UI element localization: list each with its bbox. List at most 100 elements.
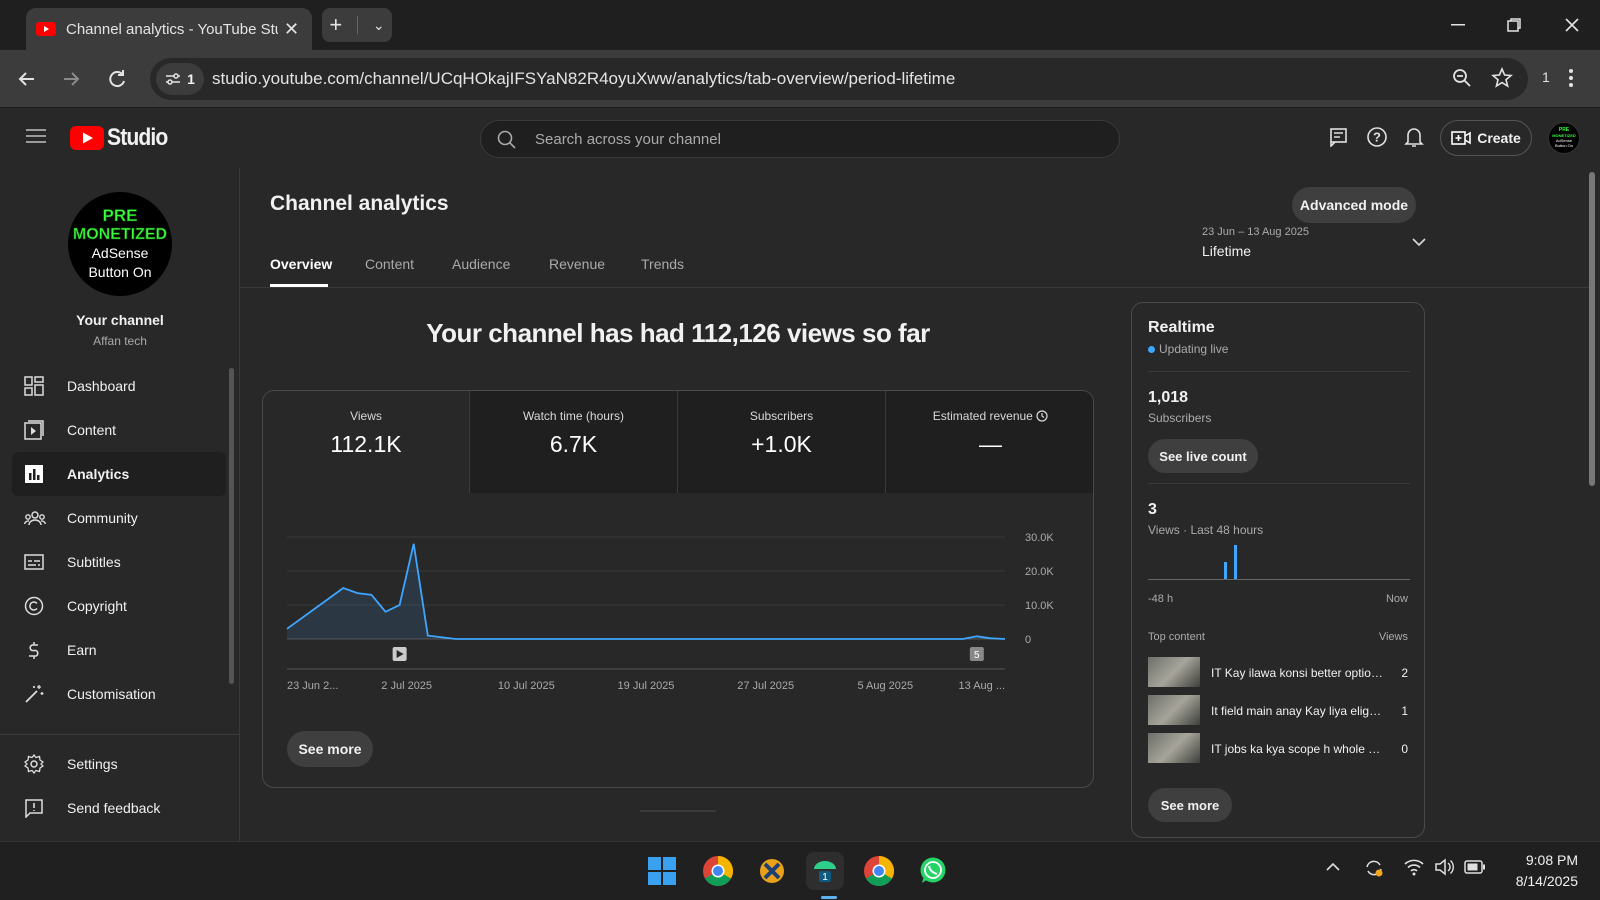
sidebar-item-earn[interactable]: Earn (12, 628, 226, 672)
studio-wordmark: Studio (107, 124, 168, 151)
terminal-app-icon[interactable]: 1 (806, 852, 844, 890)
realtime-see-more-button[interactable]: See more (1148, 788, 1232, 822)
notifications-bell-icon[interactable] (1404, 126, 1424, 148)
chrome-profile-icon[interactable] (860, 852, 898, 890)
content-icon (24, 420, 44, 440)
windows-start-icon[interactable] (643, 852, 681, 890)
metric-value: +1.0K (751, 431, 812, 457)
sidebar-item-copyright[interactable]: Copyright (12, 584, 226, 628)
sidebar: PRE MONETIZED AdSense Button On Your cha… (0, 168, 240, 841)
help-icon[interactable]: ? (1366, 126, 1388, 148)
sidebar-item-customisation[interactable]: Customisation (12, 672, 226, 716)
top-content-item[interactable]: It field main anay Kay liya eligibility … (1148, 695, 1410, 727)
browser-tab-strip: Channel analytics - YouTube Studio ✕ + ⌄ (0, 0, 1600, 50)
series-area (287, 543, 1005, 639)
tab-trends[interactable]: Trends (641, 256, 684, 272)
battery-icon[interactable] (1464, 860, 1486, 874)
metric-watch-time[interactable]: Watch time (hours) 6.7K (470, 391, 678, 493)
close-tab-icon[interactable]: ✕ (284, 19, 299, 40)
comment-feedback-icon[interactable] (1329, 127, 1349, 147)
metric-value: 6.7K (549, 431, 598, 457)
top-content-item[interactable]: IT jobs ka kya scope h whole world 0 (1148, 733, 1410, 765)
close-window-icon[interactable] (1552, 10, 1592, 40)
metric-value: 112.1K (330, 431, 402, 457)
clock-info-icon[interactable] (1036, 410, 1048, 422)
tab-title: Channel analytics - YouTube Studio (66, 20, 278, 38)
taskbar-time[interactable]: 9:08 PM (1500, 852, 1578, 868)
chrome-icon[interactable] (699, 852, 737, 890)
omnibox[interactable]: 1 studio.youtube.com/channel/UCqHOkajIFS… (150, 58, 1528, 100)
minimize-icon[interactable] (1438, 10, 1478, 40)
realtime-views-value: 3 (1148, 501, 1157, 518)
sidebar-item-community[interactable]: Community (12, 496, 226, 540)
sidebar-item-content[interactable]: Content (12, 408, 226, 452)
browser-menu-icon[interactable] (1568, 67, 1574, 89)
settings-gear-icon (24, 754, 44, 774)
back-icon[interactable] (16, 68, 38, 90)
new-tab-icon[interactable]: + (329, 12, 342, 38)
taskbar-date[interactable]: 8/14/2025 (1500, 873, 1578, 889)
top-content-item[interactable]: IT Kay ilawa konsi better option hai 2 (1148, 657, 1410, 689)
studio-logo[interactable]: Studio (70, 124, 176, 152)
browser-tab[interactable]: Channel analytics - YouTube Studio ✕ (26, 8, 312, 50)
create-button[interactable]: Create (1440, 120, 1532, 156)
new-tab-group: + ⌄ (322, 8, 392, 42)
url-text[interactable]: studio.youtube.com/channel/UCqHOkajIFSYa… (212, 69, 955, 89)
bookmark-star-icon[interactable] (1491, 67, 1513, 89)
video-views: 0 (1401, 742, 1408, 756)
volume-icon[interactable] (1434, 858, 1454, 876)
views-chart[interactable]: 30.0K 20.0K 10.0K 0 23 Jun 2... 2 Jul 2025 10 … (263, 493, 1094, 713)
create-video-icon (1451, 130, 1472, 146)
realtime-bar (1224, 562, 1227, 579)
sidebar-item-analytics[interactable]: Analytics (12, 452, 226, 496)
community-icon (24, 508, 46, 528)
whatsapp-icon[interactable] (914, 852, 952, 890)
site-settings-icon (165, 72, 181, 86)
dashboard-icon (24, 376, 44, 396)
app-icon[interactable] (753, 852, 791, 890)
realtime-views-bars[interactable] (1148, 541, 1410, 581)
site-info-button[interactable]: 1 (156, 63, 204, 95)
y-tick-label: 0 (1025, 634, 1031, 646)
sidebar-item-dashboard[interactable]: Dashboard (12, 364, 226, 408)
windows-taskbar: 1 9:08 PM 8/14/2025 (0, 841, 1600, 900)
sidebar-scrollbar[interactable] (229, 368, 234, 684)
tab-search-chevron-icon[interactable]: ⌄ (373, 17, 385, 34)
see-more-button[interactable]: See more (287, 731, 373, 767)
reload-icon[interactable] (106, 68, 128, 90)
sidebar-item-send-feedback[interactable]: Send feedback (12, 786, 226, 830)
realtime-card: Realtime Updating live 1,018 Subscribers… (1131, 302, 1425, 838)
metric-subscribers[interactable]: Subscribers +1.0K (678, 391, 886, 493)
see-live-count-button[interactable]: See live count (1148, 439, 1258, 473)
page-title: Channel analytics (270, 192, 449, 215)
metric-views[interactable]: Views 112.1K (263, 391, 470, 493)
tab-revenue[interactable]: Revenue (549, 256, 605, 272)
hamburger-menu-icon[interactable] (26, 128, 46, 144)
tab-content[interactable]: Content (365, 256, 414, 272)
search-input[interactable]: Search across your channel (480, 120, 1120, 158)
metric-estimated-revenue[interactable]: Estimated revenue — (886, 391, 1093, 493)
sidebar-item-subtitles[interactable]: Subtitles (12, 540, 226, 584)
feedback-icon (24, 798, 44, 818)
tab-audience[interactable]: Audience (452, 256, 510, 272)
x-tick-label: 27 Jul 2025 (737, 680, 794, 692)
avatar-line1: PRE (102, 206, 138, 226)
zoom-icon[interactable] (1452, 68, 1472, 88)
date-range-picker[interactable]: 23 Jun – 13 Aug 2025 Lifetime (1202, 226, 1426, 268)
wifi-icon[interactable] (1404, 858, 1424, 876)
profile-count[interactable]: 1 (1542, 69, 1550, 85)
video-views: 1 (1401, 704, 1408, 718)
account-avatar[interactable]: PRE MONETIZED AdSense Button On (1548, 122, 1580, 154)
show-hidden-icons-chevron-icon[interactable] (1326, 862, 1340, 871)
page-scrollbar[interactable] (1589, 172, 1595, 486)
x-tick-label: 10 Jul 2025 (498, 680, 555, 692)
sidebar-item-settings[interactable]: Settings (12, 742, 226, 786)
avatar-line2: MONETIZED (72, 226, 168, 244)
forward-icon[interactable] (60, 68, 82, 90)
channel-avatar[interactable]: PRE MONETIZED AdSense Button On (68, 192, 172, 296)
restore-icon[interactable] (1494, 10, 1534, 40)
sidebar-item-label: Settings (67, 756, 118, 772)
sync-icon[interactable] (1364, 858, 1384, 878)
tab-overview[interactable]: Overview (270, 256, 332, 272)
advanced-mode-button[interactable]: Advanced mode (1292, 187, 1416, 223)
